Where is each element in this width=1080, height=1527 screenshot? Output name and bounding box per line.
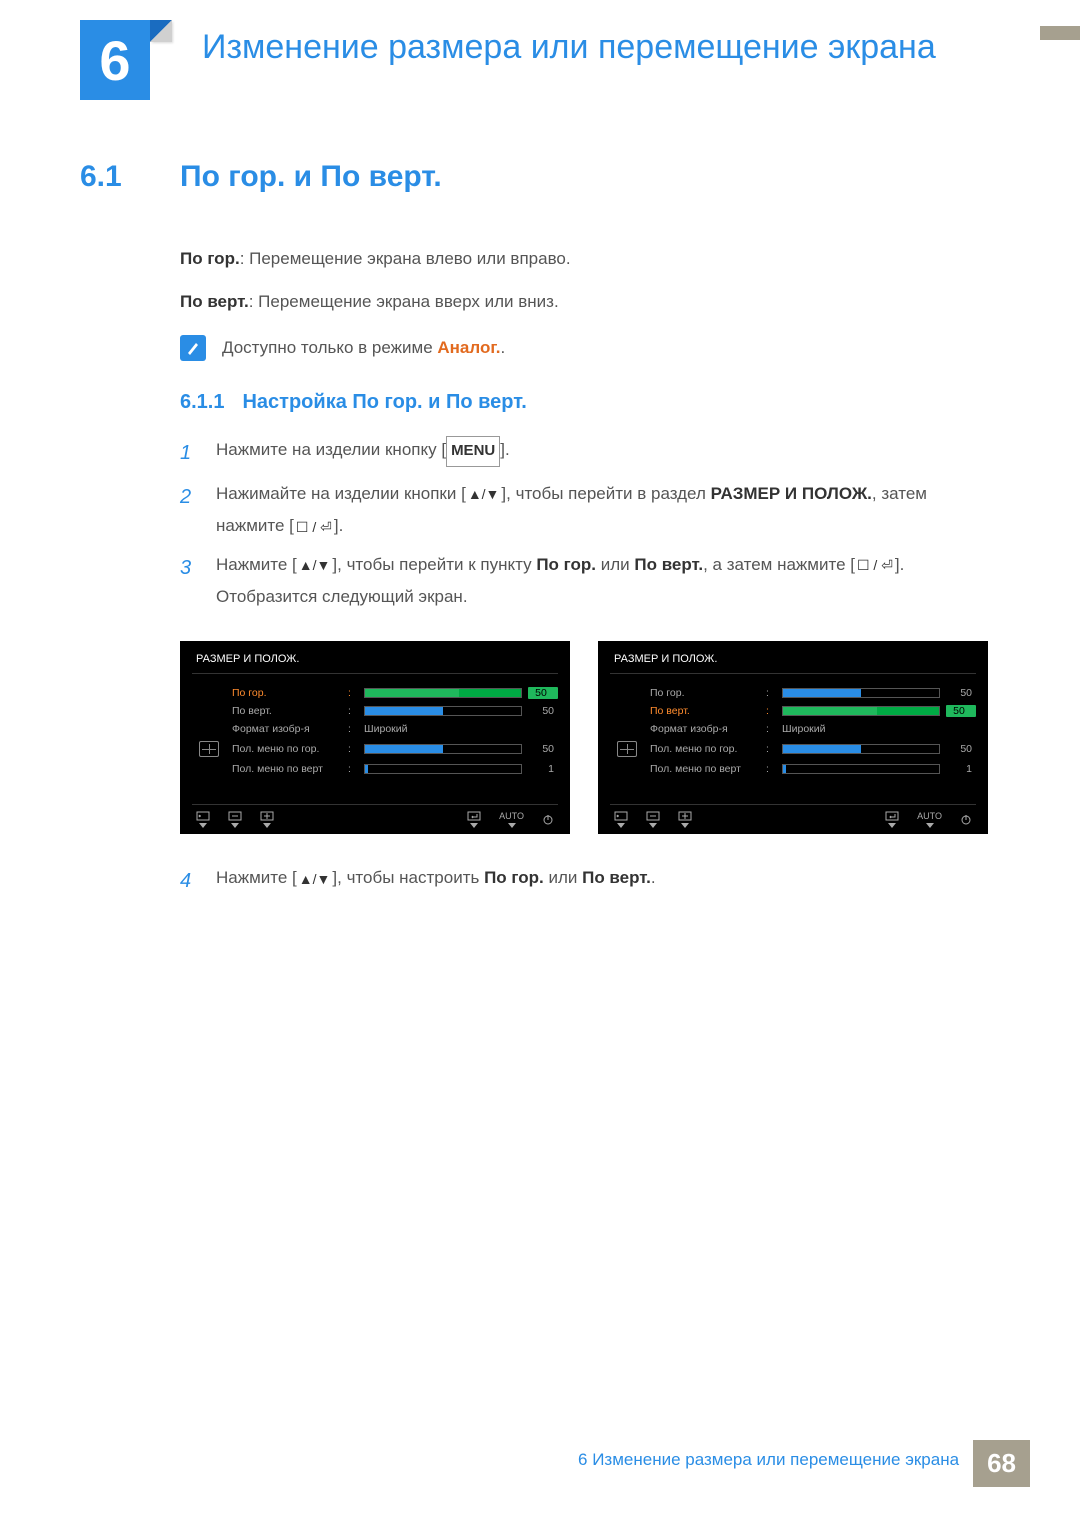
osd-panel-right: РАЗМЕР И ПОЛОЖ. По гор. : 50 По верт. : … — [598, 641, 988, 834]
size-position-icon — [617, 741, 637, 757]
slider-bar — [782, 688, 940, 698]
osd-row-format: Формат изобр-я : Широкий — [192, 720, 558, 738]
subsection-heading: 6.1.1 Настройка По гор. и По верт. — [180, 391, 990, 414]
section-title: По гор. и По верт. — [180, 160, 442, 194]
arrow-keys-icon: ▲/▼ — [297, 552, 333, 579]
osd-row-v: По верт. : 50 — [192, 702, 558, 720]
note-text: Доступно только в режиме Аналог.. — [222, 338, 505, 358]
slider-bar — [364, 688, 522, 698]
osd-title: РАЗМЕР И ПОЛОЖ. — [192, 651, 558, 674]
subsection-number: 6.1.1 — [180, 391, 224, 414]
osd-row-h: По гор. : 50 — [610, 684, 976, 702]
step-list-continued: 4 Нажмите [▲/▼], чтобы настроить По гор.… — [180, 862, 990, 900]
arrow-keys-icon: ▲/▼ — [297, 866, 333, 893]
step-3: 3 Нажмите [▲/▼], чтобы перейти к пункту … — [180, 549, 990, 614]
term-h: По гор. — [180, 249, 240, 268]
chapter-badge: 6 — [80, 20, 172, 100]
slider-bar — [782, 764, 940, 774]
page-number: 68 — [973, 1440, 1030, 1487]
footer-chapter-title: 6 Изменение размера или перемещение экра… — [564, 1440, 973, 1487]
osd-row-menu-h: Пол. меню по гор. : 50 — [192, 738, 558, 760]
power-icon — [542, 814, 554, 826]
menu-target: РАЗМЕР И ПОЛОЖ. — [711, 484, 872, 503]
chapter-number: 6 — [80, 20, 150, 100]
page-fold-decoration — [150, 20, 172, 100]
size-position-icon — [199, 741, 219, 757]
term-v: По верт. — [180, 292, 249, 311]
osd-controls: AUTO — [192, 804, 558, 828]
section-number: 6.1 — [80, 160, 150, 194]
step-4: 4 Нажмите [▲/▼], чтобы настроить По гор.… — [180, 862, 990, 900]
slider-bar — [364, 706, 522, 716]
osd-row-menu-v: Пол. меню по верт : 1 — [192, 760, 558, 778]
step-2: 2 Нажимайте на изделии кнопки [▲/▼], что… — [180, 478, 990, 543]
document-page: 6 Изменение размера или перемещение экра… — [0, 0, 1080, 900]
osd-row-v: По верт. : 50 — [610, 702, 976, 720]
minus-icon — [228, 811, 242, 828]
enter-keys-icon: ☐ / ⏎ — [294, 514, 334, 541]
auto-label: AUTO — [917, 811, 942, 828]
slider-bar — [782, 744, 940, 754]
osd-controls: AUTO — [610, 804, 976, 828]
slider-bar — [364, 744, 522, 754]
plus-icon — [678, 811, 692, 828]
auto-label: AUTO — [499, 811, 524, 828]
enter-keys-icon: ☐ / ⏎ — [855, 552, 895, 579]
mode-name: Аналог. — [437, 338, 500, 357]
page-footer: 6 Изменение размера или перемещение экра… — [564, 1440, 1030, 1487]
osd-row-menu-v: Пол. меню по верт : 1 — [610, 760, 976, 778]
enter-icon — [885, 811, 899, 828]
section-heading: 6.1 По гор. и По верт. — [80, 160, 990, 194]
osd-row-h: По гор. : 50 — [192, 684, 558, 702]
osd-row-format: Формат изобр-я : Широкий — [610, 720, 976, 738]
osd-screenshots: РАЗМЕР И ПОЛОЖ. По гор. : 50 По верт. : … — [180, 641, 990, 834]
plus-icon — [260, 811, 274, 828]
subsection-title: Настройка По гор. и По верт. — [242, 391, 526, 414]
osd-row-menu-h: Пол. меню по гор. : 50 — [610, 738, 976, 760]
arrow-keys-icon: ▲/▼ — [466, 481, 502, 508]
slider-bar — [364, 764, 522, 774]
power-icon — [960, 814, 972, 826]
chapter-header: 6 Изменение размера или перемещение экра… — [80, 20, 990, 100]
step-list: 1 Нажмите на изделии кнопку [MENU]. 2 На… — [180, 434, 990, 613]
paragraph-h: По гор.: Перемещение экрана влево или вп… — [180, 244, 990, 275]
paragraph-v: По верт.: Перемещение экрана вверх или в… — [180, 287, 990, 318]
menu-key: MENU — [446, 436, 500, 467]
osd-panel-left: РАЗМЕР И ПОЛОЖ. По гор. : 50 По верт. : … — [180, 641, 570, 834]
back-icon — [614, 811, 628, 828]
step-1: 1 Нажмите на изделии кнопку [MENU]. — [180, 434, 990, 472]
chapter-title: Изменение размера или перемещение экрана — [202, 20, 936, 69]
enter-icon — [467, 811, 481, 828]
minus-icon — [646, 811, 660, 828]
note-icon — [180, 335, 206, 361]
osd-title: РАЗМЕР И ПОЛОЖ. — [610, 651, 976, 674]
back-icon — [196, 811, 210, 828]
note-row: Доступно только в режиме Аналог.. — [180, 335, 990, 361]
slider-bar — [782, 706, 940, 716]
